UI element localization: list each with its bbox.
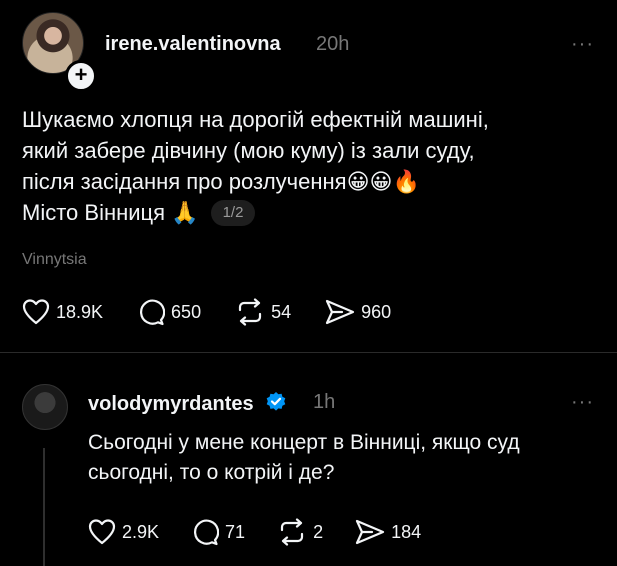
reply-actions: 2.9K 71 2 184 <box>88 518 455 546</box>
repost-icon <box>280 518 304 546</box>
send-icon <box>326 299 355 325</box>
post-text-line: який забере дівчину (мою куму) із зали с… <box>22 138 475 163</box>
post-text-line-with-badge: Місто Вінниця 🙏 1/2 <box>22 197 489 228</box>
post-divider <box>0 352 617 353</box>
reply-share-count: 184 <box>391 521 422 542</box>
send-icon <box>355 519 385 545</box>
thread-line <box>43 448 45 566</box>
post-time: 20h <box>316 33 350 55</box>
share-count: 960 <box>361 301 392 322</box>
like-count: 18.9K <box>56 301 104 322</box>
post-username[interactable]: irene.valentinovna <box>105 33 281 56</box>
reply-comment-count: 71 <box>225 521 246 542</box>
heart-icon <box>22 299 50 325</box>
post-text: Шукаємо хлопця на дорогій ефектній машин… <box>22 104 489 228</box>
like-button[interactable]: 18.9K <box>22 299 103 325</box>
reply-text-line: сьогодні, то о котрій і де? <box>88 461 335 484</box>
page-indicator-badge: 1/2 <box>210 200 256 226</box>
reply-like-button[interactable]: 2.9K <box>88 519 159 545</box>
reply-comment-button[interactable]: 71 <box>191 518 245 546</box>
comment-icon <box>194 519 220 546</box>
comment-button[interactable]: 650 <box>137 298 201 326</box>
repost-button[interactable]: 54 <box>235 298 291 326</box>
reply-username-row: volodymyrdantes <box>88 391 287 416</box>
reply-username[interactable]: volodymyrdantes <box>88 393 254 415</box>
share-button[interactable]: 960 <box>325 298 391 326</box>
post-actions: 18.9K 650 54 960 <box>22 298 425 326</box>
location-tag[interactable]: Vinnytsia <box>22 251 87 269</box>
repost-count: 54 <box>271 301 292 322</box>
repost-icon <box>238 298 262 326</box>
post-text-line: Місто Вінниця 🙏 <box>22 200 199 225</box>
more-options-icon[interactable]: ··· <box>571 33 594 56</box>
comment-icon <box>140 299 166 326</box>
reply-time: 1h <box>313 391 336 413</box>
comment-count: 650 <box>171 301 202 322</box>
reply-repost-count: 2 <box>313 521 324 542</box>
reply-repost-button[interactable]: 2 <box>277 518 323 546</box>
heart-icon <box>88 519 116 545</box>
verified-badge-icon <box>266 392 286 411</box>
post-text-line: після засідання про розлучення😀😀🔥 <box>22 169 420 194</box>
follow-plus-icon[interactable]: + <box>65 60 97 92</box>
post-text-line: Шукаємо хлопця на дорогій ефектній машин… <box>22 107 489 132</box>
reply-share-button[interactable]: 184 <box>355 518 421 546</box>
reply-text-line: Сьогодні у мене концерт в Вінниці, якщо … <box>88 431 520 454</box>
reply-avatar[interactable] <box>22 384 68 430</box>
reply-like-count: 2.9K <box>122 521 160 542</box>
reply-more-options-icon[interactable]: ··· <box>571 391 594 414</box>
reply-text: Сьогодні у мене концерт в Вінниці, якщо … <box>88 428 520 488</box>
